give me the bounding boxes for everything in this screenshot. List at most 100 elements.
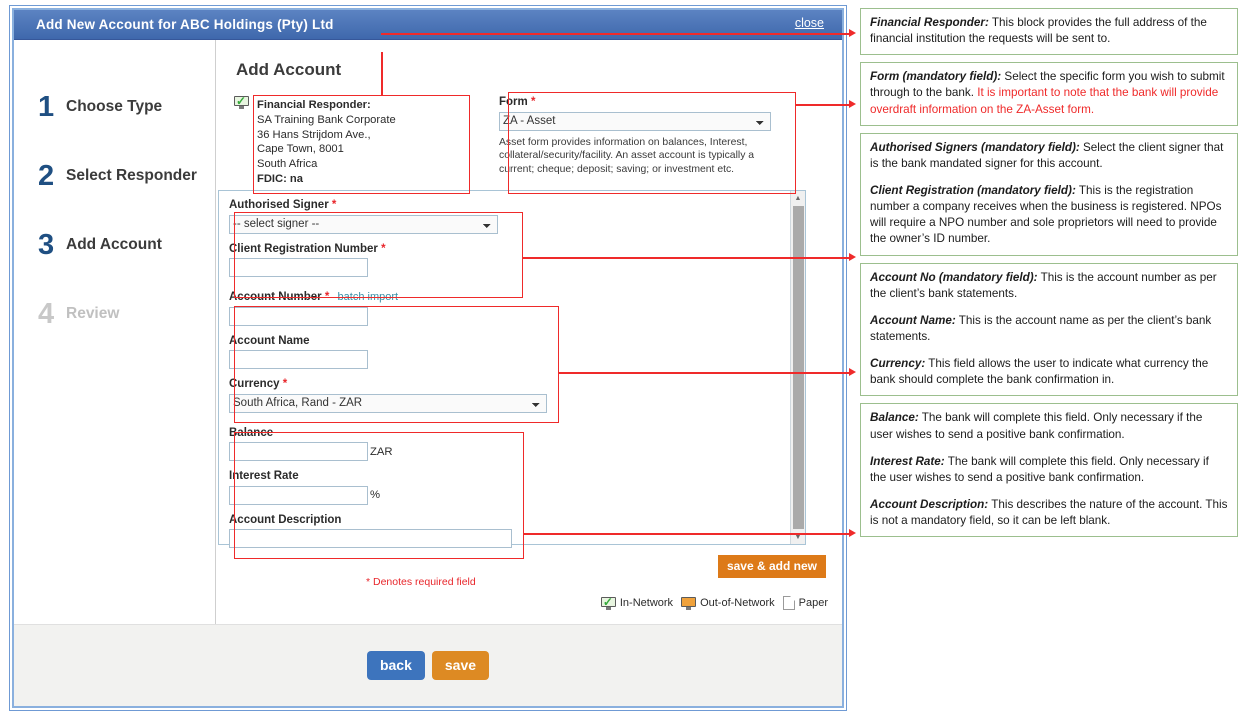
client-registration-label-text: Client Registration Number <box>229 242 378 255</box>
annotation-paragraph: Account Description: This describes the … <box>870 497 1228 529</box>
responder-line-3: Cape Town, 8001 <box>257 143 344 156</box>
save-and-add-new-button[interactable]: save & add new <box>717 555 826 578</box>
step-number: 4 <box>38 297 55 330</box>
required-asterisk: * <box>324 291 330 303</box>
annotation-lead: Interest Rate: <box>870 454 945 468</box>
form-help-text: Asset form provides information on balan… <box>499 136 755 175</box>
annotation-signers: Authorised Signers (mandatory field): Se… <box>860 132 1238 256</box>
out-of-network-monitor-icon <box>681 596 697 610</box>
account-number-input[interactable] <box>229 306 368 326</box>
signer-group: Authorised Signer * -- select signer -- … <box>229 199 789 277</box>
annotation-lead: Financial Responder: <box>870 16 989 29</box>
sidebar-item-add-account[interactable]: 3 Add Account <box>14 220 215 270</box>
required-field-note: * Denotes required field <box>366 576 476 588</box>
annotation-lead: Account Description: <box>870 497 989 511</box>
in-network-monitor-icon: ✓ <box>600 596 616 610</box>
form-field-label-text: Form <box>499 96 528 108</box>
screenshot-root: Add New Account for ABC Holdings (Pty) L… <box>0 0 1246 716</box>
responder-line-2: 36 Hans Strijdom Ave., <box>257 128 371 141</box>
account-number-row: Account Number * batch import <box>229 291 789 326</box>
authorised-signer-label: Authorised Signer * <box>229 199 789 211</box>
step-label: Review <box>66 305 120 322</box>
account-number-label: Account Number * batch import <box>229 291 789 303</box>
client-registration-input[interactable] <box>229 258 368 277</box>
scrollbar-thumb[interactable] <box>792 206 804 529</box>
annotation-lead: Currency: <box>870 357 926 371</box>
annotation-text: The bank will complete this field. Only … <box>870 411 1203 441</box>
dialog-title: Add New Account for ABC Holdings (Pty) L… <box>36 17 334 32</box>
responder-line-4: South Africa <box>257 158 318 171</box>
save-button[interactable]: save <box>431 651 490 680</box>
account-name-input[interactable] <box>229 350 368 369</box>
responder-heading: Financial Responder: <box>257 99 371 111</box>
sidebar-item-choose-type[interactable]: 1 Choose Type <box>14 82 215 132</box>
authorised-signer-select[interactable]: -- select signer -- <box>229 214 498 234</box>
currency-select[interactable]: South Africa, Rand - ZAR <box>229 393 547 413</box>
responder-line-1: SA Training Bank Corporate <box>257 113 396 126</box>
close-link[interactable]: close <box>795 16 824 30</box>
page-title: Add Account <box>236 60 342 79</box>
step-label: Choose Type <box>66 98 163 115</box>
interest-rate-label: Interest Rate <box>229 470 299 482</box>
annotation-paragraph: Form (mandatory field): Select the speci… <box>870 69 1228 117</box>
step-number: 3 <box>38 228 55 261</box>
annotation-balance: Balance: The bank will complete this fie… <box>860 403 1238 538</box>
balance-input[interactable] <box>229 442 368 461</box>
account-name-row: Account Name <box>229 334 789 369</box>
annotation-financial-responder: Financial Responder: This block provides… <box>860 8 1238 56</box>
currency-row: Currency * South Africa, Rand - ZAR <box>229 378 789 413</box>
dialog-body: 1 Choose Type 2 Select Responder 3 Add A… <box>14 40 842 624</box>
account-group: Account Number * batch import Account Na… <box>229 291 789 413</box>
back-button[interactable]: back <box>366 651 425 680</box>
scroll-down-icon[interactable]: ▼ <box>791 530 805 544</box>
add-account-dialog: Add New Account for ABC Holdings (Pty) L… <box>9 5 847 711</box>
dialog-footer: back save <box>14 624 842 706</box>
annotation-lead: Account Name: <box>870 313 956 327</box>
paper-page-icon <box>782 596 795 610</box>
form-fields-container: Authorised Signer * -- select signer -- … <box>219 191 789 548</box>
scroll-up-icon[interactable]: ▲ <box>791 191 805 205</box>
interest-rate-percent-suffix: % <box>370 489 381 501</box>
step-number: 2 <box>38 159 55 192</box>
dialog-titlebar: Add New Account for ABC Holdings (Pty) L… <box>14 10 842 40</box>
form-select[interactable]: ZA - Asset <box>499 111 771 131</box>
account-number-label-text: Account Number <box>229 291 322 303</box>
currency-label: Currency * <box>229 378 789 390</box>
annotation-paragraph: Interest Rate: The bank will complete th… <box>870 454 1228 486</box>
legend-label: In-Network <box>619 597 674 609</box>
financial-responder-address: Financial Responder: SA Training Bank Co… <box>255 96 402 191</box>
annotation-lead: Account No (mandatory field): <box>870 270 1038 284</box>
annotation-paragraph: Client Registration (mandatory field): T… <box>870 183 1228 248</box>
batch-import-link[interactable]: batch import <box>338 291 399 303</box>
form-pane: Add Account ✓ Financial Responder: SA Tr… <box>216 40 842 624</box>
sidebar-item-select-responder[interactable]: 2 Select Responder <box>14 151 215 201</box>
account-description-input[interactable] <box>229 529 512 548</box>
form-select-group: Form * ZA - Asset Asset form provides in… <box>499 96 775 176</box>
authorised-signer-label-text: Authorised Signer <box>229 199 329 211</box>
currency-label-text: Currency <box>229 378 280 390</box>
annotation-panel: Financial Responder: This block provides… <box>860 8 1238 544</box>
callout-arrow-account <box>849 368 856 376</box>
interest-rate-input[interactable] <box>229 485 368 505</box>
callout-arrow-form <box>849 100 856 108</box>
annotation-lead: Authorised Signers (mandatory field): <box>870 140 1080 154</box>
balance-row: Balance ZAR <box>229 426 789 461</box>
balance-label: Balance <box>229 426 274 439</box>
balance-currency-suffix: ZAR <box>370 445 393 458</box>
interest-rate-row: Interest Rate % <box>229 470 789 505</box>
legend-item-out-of-network: Out-of-Network <box>681 596 775 610</box>
form-scrollbar[interactable]: ▲ ▼ <box>790 191 805 544</box>
callout-arrow-responder <box>849 29 856 37</box>
sidebar-item-review: 4 Review <box>14 289 215 339</box>
annotation-paragraph: Balance: The bank will complete this fie… <box>870 410 1228 442</box>
required-asterisk: * <box>381 242 386 255</box>
step-label: Select Responder <box>66 167 197 184</box>
required-asterisk: * <box>331 199 337 211</box>
balance-group: Balance ZAR Interest Rate % Account Desc… <box>229 426 789 548</box>
required-asterisk: * <box>282 378 288 390</box>
account-name-label: Account Name <box>229 334 310 347</box>
account-description-label: Account Description <box>229 513 342 526</box>
network-legend: ✓ In-Network Out-of-Network Paper <box>600 596 828 610</box>
form-scroll-region: Authorised Signer * -- select signer -- … <box>218 190 806 548</box>
account-description-row: Account Description <box>229 513 789 548</box>
